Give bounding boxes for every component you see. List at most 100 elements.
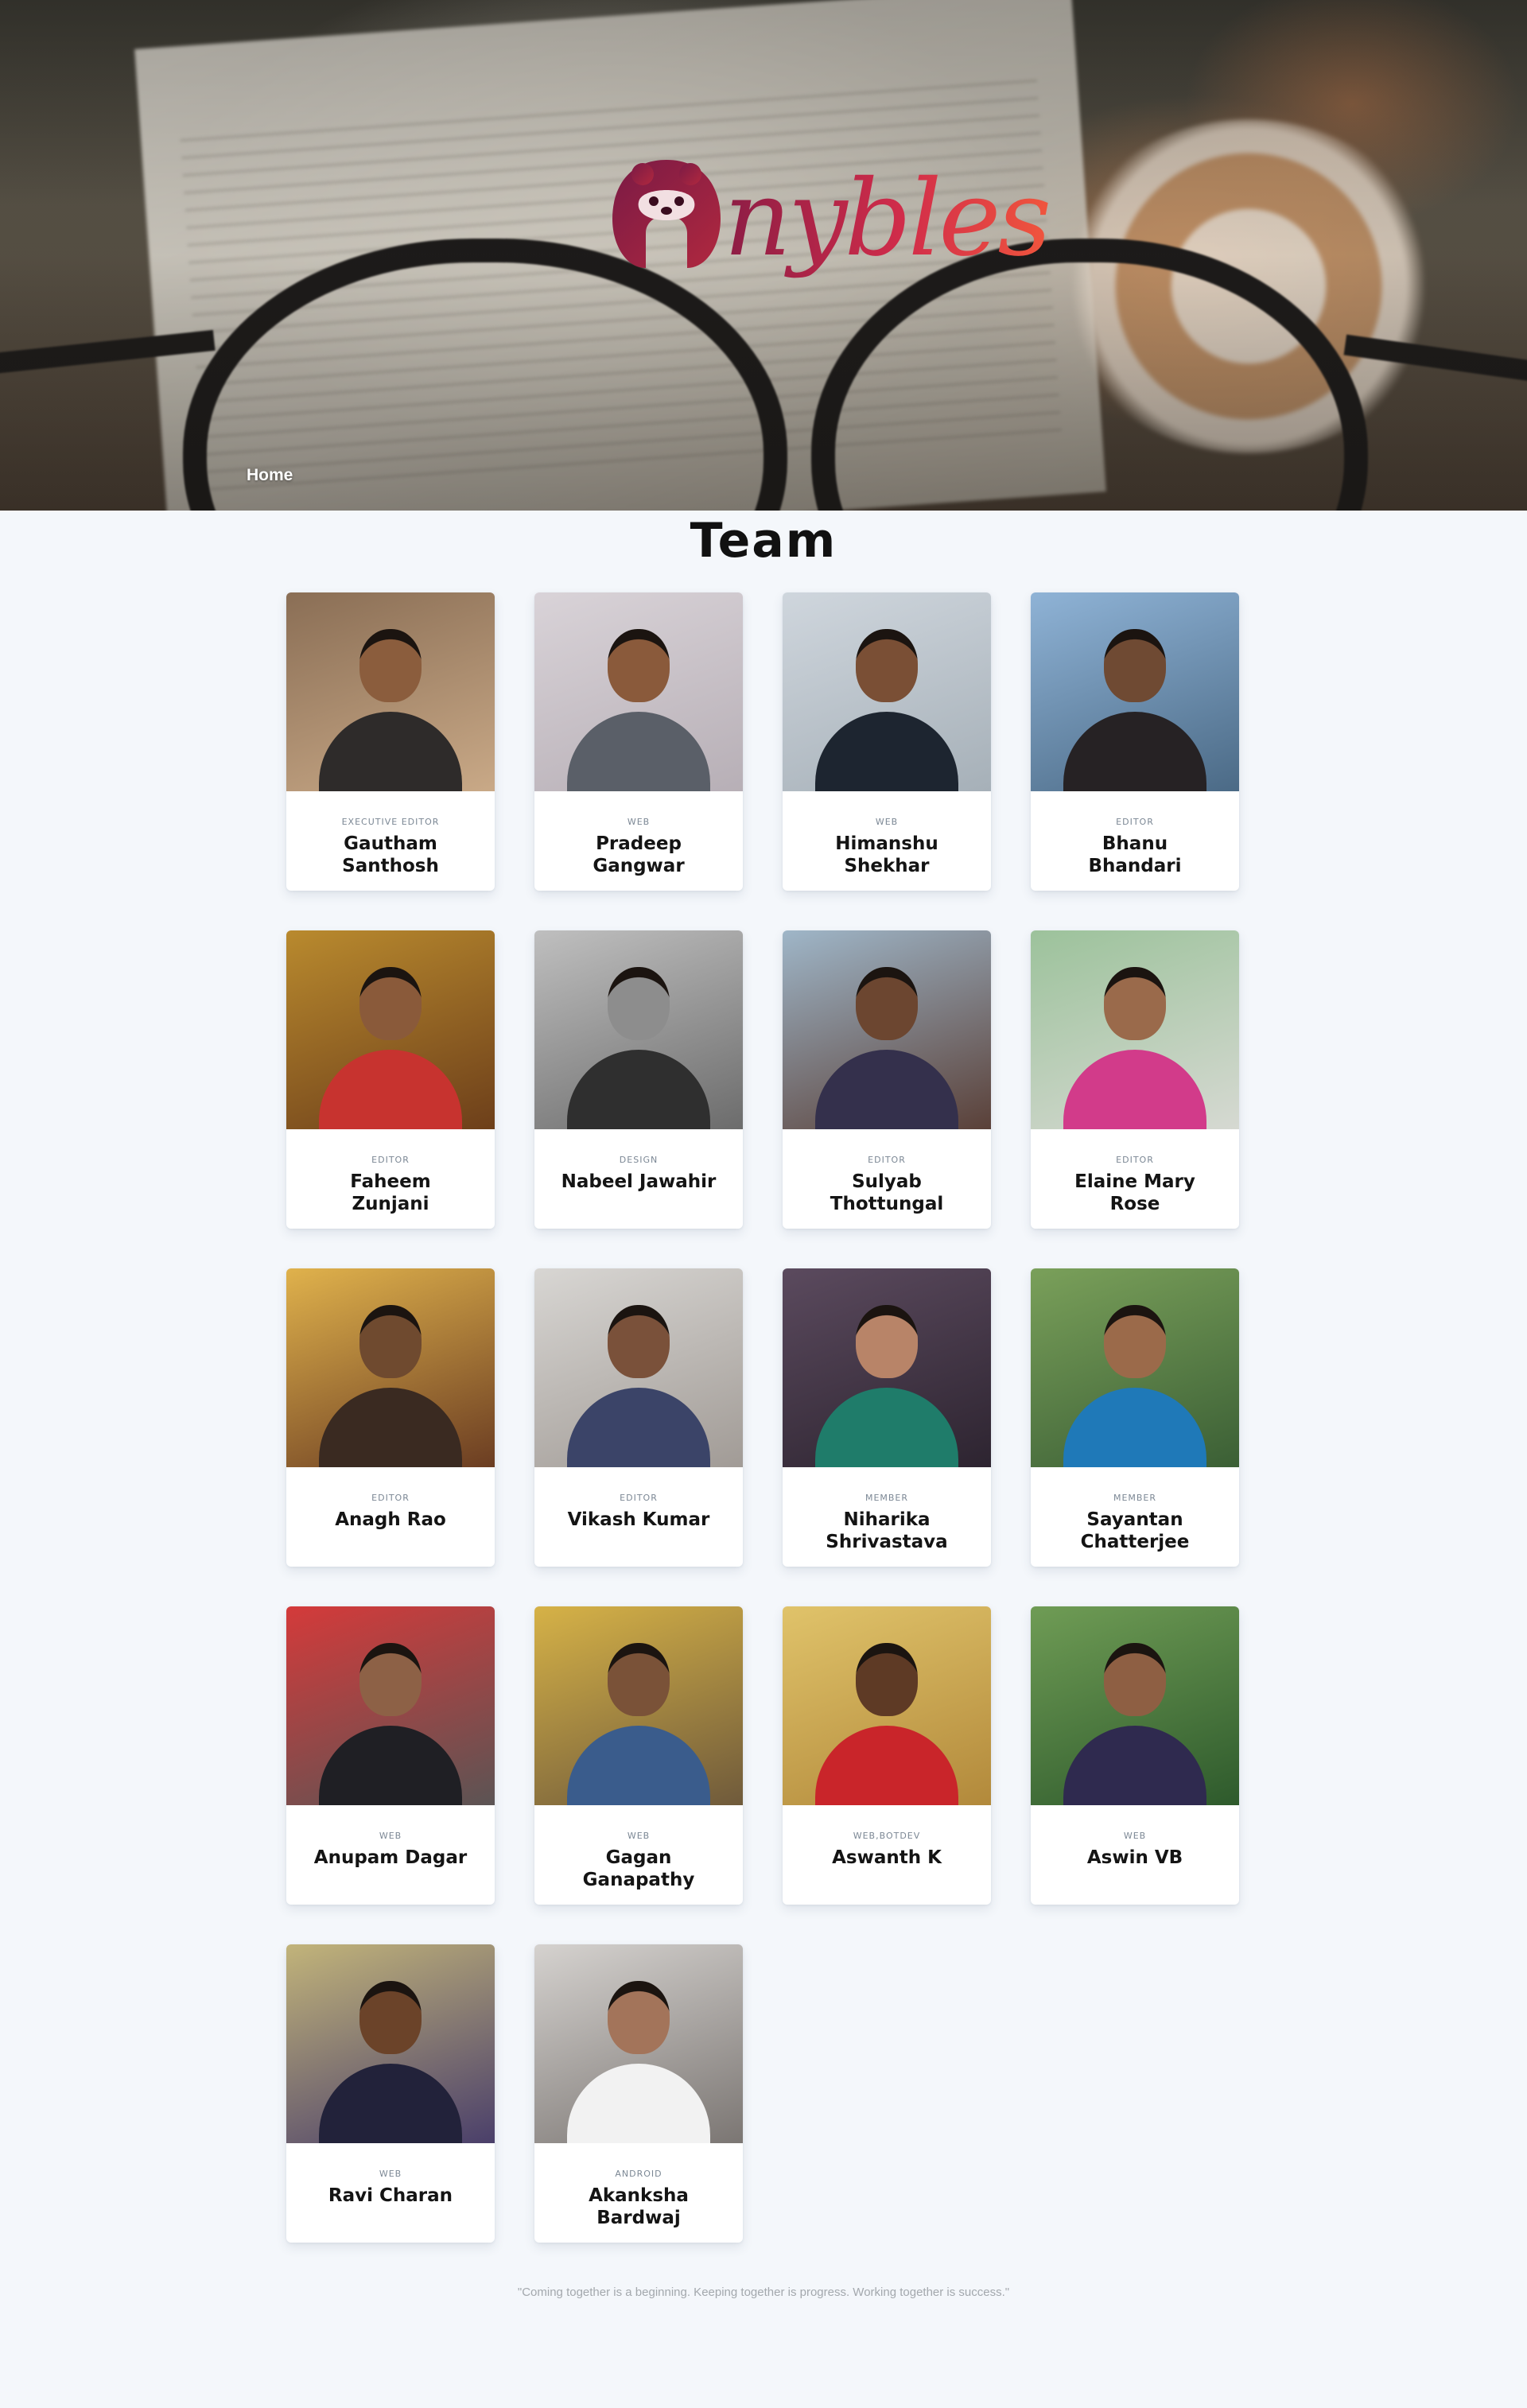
team-member-card[interactable]: EDITOR Sulyab Thottungal <box>783 930 991 1229</box>
member-role: WEB <box>627 817 651 827</box>
member-photo-figure-head <box>359 967 422 1040</box>
footer-quote: "Coming together is a beginning. Keeping… <box>517 2286 1010 2299</box>
member-photo-figure-head <box>1104 629 1166 702</box>
member-name: Aswin VB <box>1086 1847 1183 1868</box>
member-photo-figure-body <box>567 1050 710 1129</box>
member-photo-figure-head <box>856 967 918 1040</box>
member-name: Gautham Santhosh <box>342 833 439 876</box>
member-role: WEB <box>875 817 899 827</box>
member-name: Vikash Kumar <box>567 1509 710 1530</box>
member-name: Niharika Shrivastava <box>826 1509 948 1552</box>
member-photo <box>534 930 743 1129</box>
member-photo-figure-body <box>815 1726 958 1805</box>
team-member-card[interactable]: WEB Himanshu Shekhar <box>783 592 991 891</box>
member-role: WEB,BOTDEV <box>853 1831 921 1841</box>
member-role: DESIGN <box>619 1155 659 1165</box>
member-photo <box>783 1606 991 1805</box>
member-photo-figure-body <box>319 1726 462 1805</box>
member-photo-figure-body <box>815 1050 958 1129</box>
member-role: EDITOR <box>371 1155 410 1165</box>
member-name: Sayantan Chatterjee <box>1080 1509 1190 1552</box>
member-photo-figure-body <box>319 1388 462 1467</box>
member-photo <box>1031 1268 1239 1467</box>
member-photo <box>286 1606 495 1805</box>
member-photo-figure-body <box>319 1050 462 1129</box>
member-photo-figure-body <box>1063 712 1206 791</box>
member-name: Akanksha Bardwaj <box>589 2185 689 2228</box>
team-member-card[interactable]: MEMBER Sayantan Chatterjee <box>1031 1268 1239 1567</box>
team-member-card[interactable]: EDITOR Vikash Kumar <box>534 1268 743 1567</box>
member-photo <box>534 1944 743 2143</box>
member-photo <box>1031 1606 1239 1805</box>
team-member-card[interactable]: WEB Ravi Charan <box>286 1944 495 2243</box>
team-member-card[interactable]: WEB Anupam Dagar <box>286 1606 495 1905</box>
member-name: Anupam Dagar <box>313 1847 468 1868</box>
member-name: Faheem Zunjani <box>350 1171 431 1214</box>
team-member-card[interactable]: WEB Aswin VB <box>1031 1606 1239 1905</box>
page-title: Team <box>690 513 837 569</box>
member-photo <box>1031 592 1239 791</box>
member-photo-figure-body <box>567 1388 710 1467</box>
member-role: EDITOR <box>868 1155 906 1165</box>
bear-logo-icon <box>612 160 721 268</box>
member-role: ANDROID <box>615 2169 662 2179</box>
member-photo <box>1031 930 1239 1129</box>
member-role: EDITOR <box>1116 817 1154 827</box>
team-member-card[interactable]: EXECUTIVE EDITOR Gautham Santhosh <box>286 592 495 891</box>
member-photo-figure-head <box>1104 967 1166 1040</box>
member-photo-figure-head <box>359 1981 422 2054</box>
brand-logo[interactable]: nybles <box>604 139 1051 322</box>
member-role: MEMBER <box>865 1493 909 1503</box>
member-name: Aswanth K <box>832 1847 942 1868</box>
team-member-card[interactable]: DESIGN Nabeel Jawahir <box>534 930 743 1229</box>
member-photo-figure-body <box>567 2064 710 2143</box>
member-name: Nabeel Jawahir <box>561 1171 717 1192</box>
member-role: WEB <box>627 1831 651 1841</box>
member-photo <box>534 1268 743 1467</box>
member-photo-figure-head <box>359 1305 422 1378</box>
member-role: EDITOR <box>1116 1155 1154 1165</box>
member-role: EDITOR <box>371 1493 410 1503</box>
team-member-card[interactable]: MEMBER Niharika Shrivastava <box>783 1268 991 1567</box>
member-role: EXECUTIVE EDITOR <box>341 817 440 827</box>
member-photo-figure-body <box>1063 1050 1206 1129</box>
member-photo-figure-head <box>1104 1643 1166 1716</box>
member-photo-figure-body <box>567 712 710 791</box>
member-photo-figure-head <box>1104 1305 1166 1378</box>
member-role: WEB <box>1123 1831 1147 1841</box>
member-photo <box>783 930 991 1129</box>
team-member-card[interactable]: WEB,BOTDEV Aswanth K <box>783 1606 991 1905</box>
member-photo-figure-head <box>359 629 422 702</box>
member-name: Anagh Rao <box>335 1509 446 1530</box>
member-photo-figure-body <box>319 712 462 791</box>
member-photo <box>783 592 991 791</box>
member-photo <box>534 1606 743 1805</box>
member-name: Himanshu Shekhar <box>835 833 938 876</box>
member-photo-figure-head <box>856 1305 918 1378</box>
member-photo-figure-head <box>608 1305 670 1378</box>
team-member-card[interactable]: EDITOR Bhanu Bhandari <box>1031 592 1239 891</box>
brand-wordmark: nybles <box>724 139 1051 298</box>
member-photo-figure-body <box>1063 1726 1206 1805</box>
member-photo-figure-body <box>1063 1388 1206 1467</box>
member-photo-figure-head <box>608 1643 670 1716</box>
member-name: Gagan Ganapathy <box>582 1847 695 1890</box>
member-photo <box>286 930 495 1129</box>
member-name: Elaine Mary Rose <box>1074 1171 1195 1214</box>
member-name: Ravi Charan <box>328 2185 453 2206</box>
member-photo-figure-body <box>815 712 958 791</box>
team-member-card[interactable]: EDITOR Anagh Rao <box>286 1268 495 1567</box>
member-photo <box>286 1268 495 1467</box>
nav-home-link[interactable]: Home <box>247 466 293 485</box>
team-member-card[interactable]: EDITOR Elaine Mary Rose <box>1031 930 1239 1229</box>
member-photo <box>534 592 743 791</box>
member-photo-figure-body <box>567 1726 710 1805</box>
team-member-card[interactable]: ANDROID Akanksha Bardwaj <box>534 1944 743 2243</box>
team-member-card[interactable]: WEB Pradeep Gangwar <box>534 592 743 891</box>
member-photo-figure-head <box>856 629 918 702</box>
member-photo-figure-head <box>608 1981 670 2054</box>
team-member-card[interactable]: WEB Gagan Ganapathy <box>534 1606 743 1905</box>
team-grid: EXECUTIVE EDITOR Gautham Santhosh WEB Prade… <box>286 592 1241 2243</box>
team-member-card[interactable]: EDITOR Faheem Zunjani <box>286 930 495 1229</box>
member-role: EDITOR <box>620 1493 658 1503</box>
